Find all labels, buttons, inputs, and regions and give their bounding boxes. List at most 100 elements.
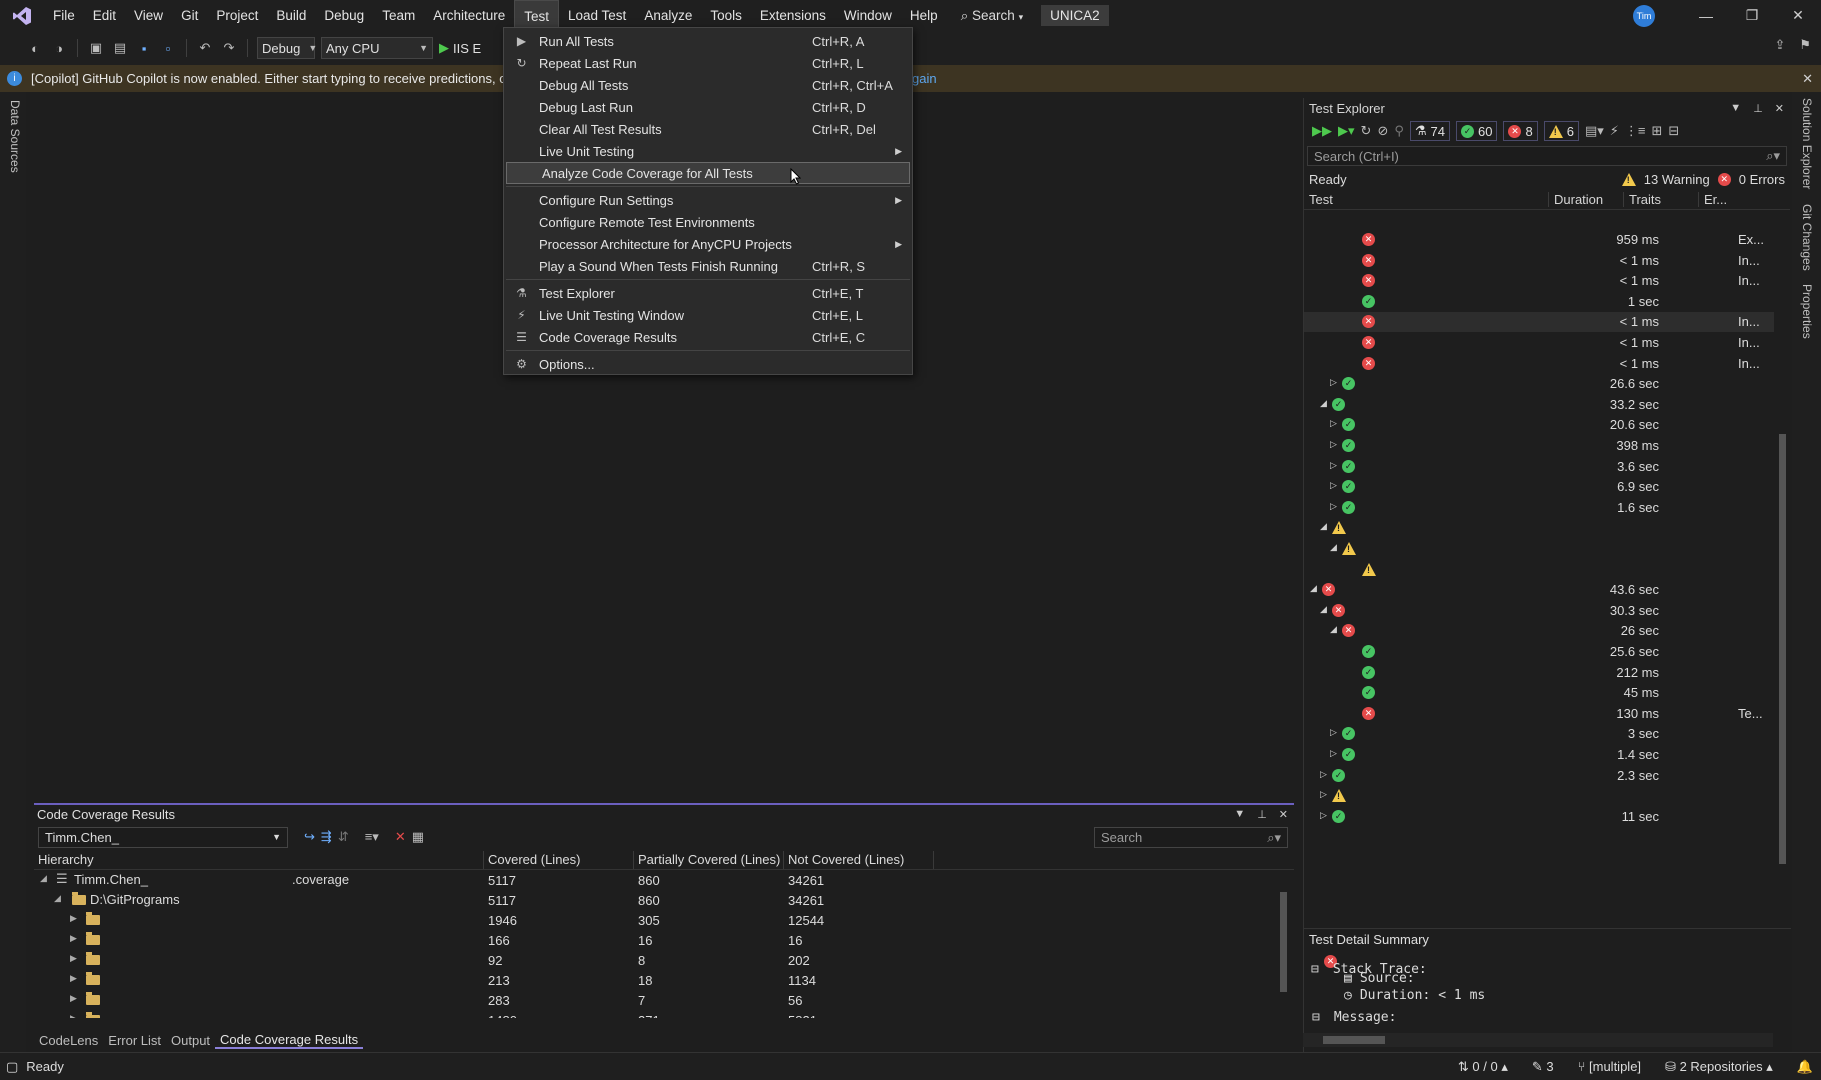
tab-output[interactable]: Output [166,1033,215,1048]
menu-repeat-last-run[interactable]: ↻ Repeat Last Run Ctrl+R, L [504,52,912,74]
test-row[interactable]: ◢ [1304,518,1774,538]
errors-count[interactable]: 0 Errors [1739,172,1785,187]
menu-play-sound[interactable]: Play a Sound When Tests Finish Running Ct… [504,255,912,277]
expand-icon[interactable]: ▷ [1320,810,1327,821]
collapse-icon[interactable]: ◢ [1320,604,1327,615]
test-row[interactable]: ✕ < 1 ms In... [1304,333,1774,353]
columns-icon[interactable]: ▦ [412,829,424,845]
coverage-row[interactable]: ◢ ☰ Timm.Chen_ .coverage 5117 860 34261 [34,870,1294,890]
expand-icon[interactable]: ▷ [1330,460,1337,471]
filter-icon[interactable]: ⚲ [1394,123,1404,139]
menu-view[interactable]: View [125,0,172,31]
test-row[interactable]: ✕ 959 ms Ex... [1304,230,1774,250]
test-row[interactable]: ✕ < 1 ms In... [1304,354,1774,374]
branch-selector[interactable]: ⑂ [multiple] [1578,1059,1641,1074]
coverage-result-select[interactable]: Timm.Chen_ ▼ [38,826,288,848]
scrollbar-thumb[interactable] [1323,1036,1385,1044]
run-all-icon[interactable]: ▶▶ [1312,123,1332,139]
collapse-icon[interactable]: ◢ [1330,542,1337,553]
test-row[interactable]: ◢ ✕ 26 sec [1304,621,1774,641]
dock-tab-git-changes[interactable]: Git Changes [1800,204,1814,271]
new-project-icon[interactable]: ▣ [87,39,105,57]
test-row[interactable] [1304,560,1774,580]
warnings-count[interactable]: 13 Warning [1644,172,1710,187]
coverage-row[interactable]: ▶ 14802715821 [34,1010,1294,1018]
collapse-icon[interactable]: ◢ [1320,398,1327,409]
test-row[interactable]: ▷ ✓ 398 ms [1304,436,1774,456]
test-row[interactable]: ✕ < 1 ms In... [1304,271,1774,291]
column-header-duration[interactable]: Duration [1549,192,1624,207]
close-icon[interactable]: ✕ [1802,71,1813,87]
pin-icon[interactable]: ⊥ [1753,102,1763,115]
menu-run-all-tests[interactable]: ▶ Run All Tests Ctrl+R, A [504,30,912,52]
test-row[interactable]: ▷ ✓ 1.6 sec [1304,498,1774,518]
notifications-icon[interactable]: 🔔 [1797,1059,1813,1075]
menu-file[interactable]: File [44,0,84,31]
passed-tests-count[interactable]: ✓ 60 [1456,121,1498,141]
menu-code-coverage-results[interactable]: ☰ Code Coverage Results Ctrl+E, C [504,326,912,348]
test-row[interactable]: ▷ ✓ 2.3 sec [1304,766,1774,786]
menu-options[interactable]: ⚙ Options... [504,353,912,375]
chevron-down-icon[interactable]: ▼ [1730,102,1741,115]
coverage-row[interactable]: ▶ 166 16 16 [34,930,1294,950]
test-row[interactable]: ✓ 45 ms [1304,683,1774,703]
column-header-traits[interactable]: Traits [1624,192,1699,207]
coloring-icon[interactable]: ⇵ [338,829,349,845]
test-row[interactable]: ◢✓2.2 sec [1304,827,1774,830]
share-icon[interactable]: ⇪ [1774,37,1785,53]
collapse-icon[interactable]: ◢ [1310,583,1317,594]
test-row[interactable]: ▷ ✓ 6.9 sec [1304,477,1774,497]
collapse-icon[interactable]: ◢ [54,893,61,904]
collapse-icon[interactable]: ◢ [40,873,47,884]
menu-test-explorer[interactable]: ⚗ Test Explorer Ctrl+E, T [504,282,912,304]
forward-icon[interactable]: ◑ [50,39,68,57]
playlist-icon[interactable]: ▤▾ [1585,123,1604,139]
test-search-input[interactable]: Search (Ctrl+I) ⌕▾ [1307,146,1787,166]
menu-debug[interactable]: Debug [315,0,373,31]
coverage-row[interactable]: ▶ 1946 305 12544 [34,910,1294,930]
menu-clear-all-test-results[interactable]: Clear All Test Results Ctrl+R, Del [504,118,912,140]
test-row[interactable]: ▷ ✓ 1.4 sec [1304,745,1774,765]
pin-icon[interactable]: ⊥ [1257,808,1267,821]
cancel-icon[interactable]: ⊘ [1377,123,1388,139]
coverage-row[interactable]: ▶ 92 8 202 [34,950,1294,970]
coverage-row[interactable]: ▶ 213 18 1134 [34,970,1294,990]
dock-tab-data-sources[interactable]: Data Sources [8,100,22,173]
dock-tab-solution-explorer[interactable]: Solution Explorer [1800,98,1814,189]
search-menu[interactable]: ⌕ Search ▾ [947,0,1035,31]
tab-code-coverage-results[interactable]: Code Coverage Results [215,1032,364,1049]
expand-icon[interactable]: ▶ [70,953,77,964]
collapse-all-icon[interactable]: ⊟ [1668,123,1679,139]
menu-debug-last-run[interactable]: Debug Last Run Ctrl+R, D [504,96,912,118]
test-row[interactable]: ◢ ✕ 43.6 sec [1304,580,1774,600]
expand-icon[interactable]: ▶ [70,973,77,984]
test-row[interactable]: ▷ ✓ 20.6 sec [1304,415,1774,435]
back-icon[interactable]: ◐ [26,39,44,57]
expand-icon[interactable]: ▷ [1330,377,1337,388]
avatar[interactable]: Tim [1633,4,1655,27]
total-tests-count[interactable]: ⚗ 74 [1409,121,1450,141]
column-header-test[interactable]: Test [1304,192,1549,207]
column-header-partial[interactable]: Partially Covered (Lines) [634,850,784,869]
detail-horizontal-scrollbar[interactable] [1303,1033,1773,1047]
column-header-not-covered[interactable]: Not Covered (Lines) [784,850,934,869]
menu-configure-remote-test-environments[interactable]: Configure Remote Test Environments [504,211,912,233]
coverage-scrollbar[interactable] [1278,878,1288,1028]
menu-edit[interactable]: Edit [84,0,125,31]
test-row[interactable]: ◢ ✕ 30.3 sec [1304,601,1774,621]
menu-analyze-code-coverage[interactable]: Analyze Code Coverage for All Tests [506,162,910,185]
repeat-icon[interactable]: ↻ [1361,123,1372,139]
expand-icon[interactable]: ▷ [1320,789,1327,800]
open-folder-icon[interactable]: ▤ [111,39,129,57]
column-header-covered[interactable]: Covered (Lines) [484,850,634,869]
test-row[interactable]: ▷ ✓ 11 sec [1304,807,1774,827]
column-header-hierarchy[interactable]: Hierarchy [34,850,484,869]
tab-error-list[interactable]: Error List [103,1033,166,1048]
menu-configure-run-settings[interactable]: Configure Run Settings ▶ [504,189,912,211]
expand-icon[interactable]: ▶ [70,993,77,1004]
test-row[interactable]: ✓ 25.6 sec [1304,642,1774,662]
coverage-search-input[interactable]: Search ⌕▾ [1094,827,1288,848]
menu-processor-architecture[interactable]: Processor Architecture for AnyCPU Projec… [504,233,912,255]
expand-all-icon[interactable]: ⊞ [1651,123,1662,139]
test-row[interactable]: ▷ ✓ 26.6 sec [1304,374,1774,394]
